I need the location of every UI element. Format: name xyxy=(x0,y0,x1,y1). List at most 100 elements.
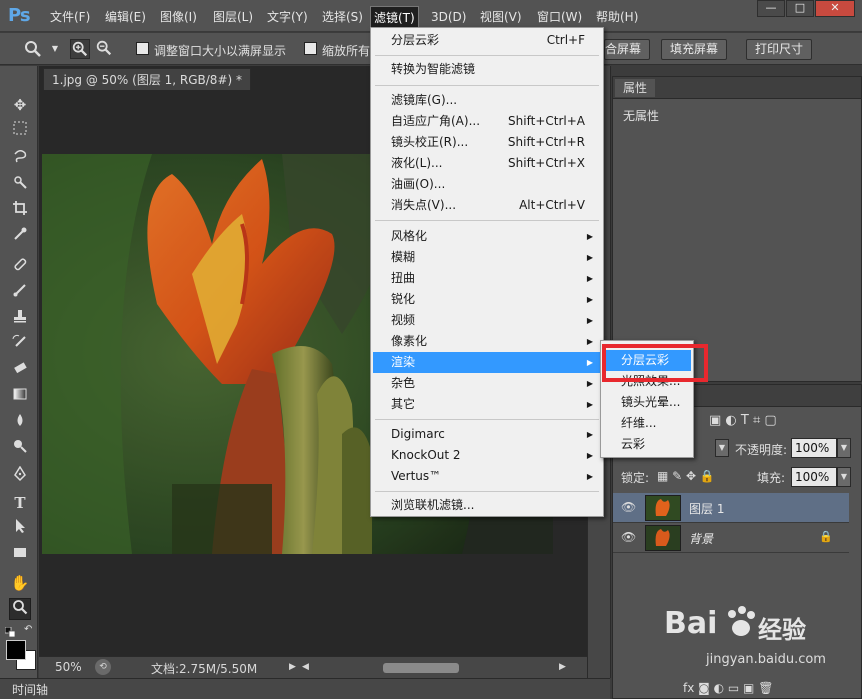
eraser-tool-icon[interactable] xyxy=(9,360,31,382)
menu-item-liquify[interactable]: 液化(L)... Shift+Ctrl+X xyxy=(373,153,601,174)
menu-item-noise[interactable]: 杂色 ▶ xyxy=(373,373,601,394)
zoom-level[interactable]: 50% xyxy=(55,660,82,674)
menu-item-digimarc[interactable]: Digimarc ▶ xyxy=(373,424,601,445)
visibility-eye-icon[interactable]: 👁 xyxy=(621,500,636,514)
fill-screen-button[interactable]: 填充屏幕 xyxy=(661,39,728,60)
fill-dropdown-icon[interactable]: ▼ xyxy=(837,467,851,487)
menu-layer[interactable]: 图层(L) xyxy=(210,8,256,26)
pen-tool-icon[interactable] xyxy=(9,465,31,488)
healing-brush-tool-icon[interactable] xyxy=(9,256,31,278)
menu-window[interactable]: 窗口(W) xyxy=(534,8,585,26)
print-size-button[interactable]: 打印尺寸 xyxy=(746,39,813,60)
menu-item-vanishing-point[interactable]: 消失点(V)... Alt+Ctrl+V xyxy=(373,195,601,216)
menu-item-oil-paint[interactable]: 油画(O)... xyxy=(373,174,601,195)
zoom-tool-preset-icon[interactable] xyxy=(23,39,43,59)
default-colors-icon[interactable] xyxy=(4,626,16,638)
menu-item-vertus[interactable]: Vertus™ ▶ xyxy=(373,466,601,487)
lock-icons[interactable]: ▦ ✎ ✥ 🔒 xyxy=(657,469,715,483)
document-tab[interactable]: 1.jpg @ 50% (图层 1, RGB/8#) * xyxy=(43,68,251,90)
status-bar: 50% ⟲ 文档:2.75M/5.50M ▶ ◀ ▶ xyxy=(39,656,610,678)
blur-tool-icon[interactable] xyxy=(9,412,31,434)
quick-select-tool-icon[interactable] xyxy=(9,174,31,196)
type-tool-icon[interactable]: T xyxy=(9,492,31,514)
crop-tool-icon[interactable] xyxy=(9,200,31,222)
hand-tool-icon[interactable]: ✋ xyxy=(9,572,31,594)
document-info[interactable]: 文档:2.75M/5.50M xyxy=(151,660,257,677)
menu-item-video[interactable]: 视频 ▶ xyxy=(373,310,601,331)
zoom-all-label: 缩放所有 xyxy=(322,44,371,58)
menu-item-last-filter[interactable]: 分层云彩 Ctrl+F xyxy=(373,30,601,51)
horizontal-scrollbar-thumb[interactable] xyxy=(383,663,459,673)
path-select-tool-icon[interactable] xyxy=(9,518,31,540)
menu-3d[interactable]: 3D(D) xyxy=(428,8,469,26)
zoom-out-icon[interactable] xyxy=(94,39,114,59)
menu-file[interactable]: 文件(F) xyxy=(47,8,93,26)
zoom-in-icon[interactable] xyxy=(70,39,90,59)
resize-window-checkbox[interactable] xyxy=(136,42,149,55)
menu-type[interactable]: 文字(Y) xyxy=(264,8,311,26)
submenu-item-clouds[interactable]: 云彩 xyxy=(603,434,691,455)
zoom-tool-icon[interactable] xyxy=(9,598,31,620)
status-menu-arrow-icon[interactable]: ▶ xyxy=(289,662,296,672)
menu-edit[interactable]: 编辑(E) xyxy=(102,8,149,26)
menu-item-sharpen[interactable]: 锐化 ▶ xyxy=(373,289,601,310)
menu-filter[interactable]: 滤镜(T) xyxy=(370,6,419,28)
opacity-dropdown-icon[interactable]: ▼ xyxy=(837,438,851,458)
menu-item-smart-filter[interactable]: 转换为智能滤镜 xyxy=(373,59,601,80)
timeline-bar[interactable]: 时间轴 xyxy=(0,678,610,699)
zoom-all-checkbox[interactable] xyxy=(304,42,317,55)
rectangle-tool-icon[interactable] xyxy=(9,544,31,566)
layer-row-layer1[interactable]: 👁 图层 1 xyxy=(613,493,849,523)
fit-screen-button[interactable]: 合屏幕 xyxy=(604,39,651,60)
layer-name: 图层 1 xyxy=(689,502,725,516)
scroll-right-icon[interactable]: ▶ xyxy=(559,662,566,672)
fill-field[interactable]: 100% xyxy=(791,467,837,487)
gradient-tool-icon[interactable] xyxy=(9,386,31,408)
menu-item-distort[interactable]: 扭曲 ▶ xyxy=(373,268,601,289)
menu-item-blur[interactable]: 模糊 ▶ xyxy=(373,247,601,268)
submenu-item-fibers[interactable]: 纤维... xyxy=(603,413,691,434)
menu-item-adaptive-wide[interactable]: 自适应广角(A)... Shift+Ctrl+A xyxy=(373,111,601,132)
menu-item-stylize[interactable]: 风格化 ▶ xyxy=(373,226,601,247)
visibility-eye-icon[interactable]: 👁 xyxy=(621,530,636,544)
menu-separator xyxy=(375,220,599,221)
scroll-left-icon[interactable]: ◀ xyxy=(302,662,309,672)
swap-colors-icon[interactable]: ↶ xyxy=(24,624,36,636)
menu-select[interactable]: 选择(S) xyxy=(319,8,366,26)
submenu-item-lens-flare[interactable]: 镜头光晕... xyxy=(603,392,691,413)
menu-help[interactable]: 帮助(H) xyxy=(593,8,641,26)
brush-tool-icon[interactable] xyxy=(9,282,31,304)
menu-item-render[interactable]: 渲染 ▶ xyxy=(373,352,601,373)
minimize-button[interactable]: — xyxy=(757,0,785,17)
eyedropper-tool-icon[interactable] xyxy=(9,226,31,248)
share-icon[interactable]: ⟲ xyxy=(95,659,111,675)
properties-tab[interactable]: 属性 xyxy=(615,79,656,97)
menu-item-knockout[interactable]: KnockOut 2 ▶ xyxy=(373,445,601,466)
menu-item-pixelate[interactable]: 像素化 ▶ xyxy=(373,331,601,352)
close-button[interactable]: ✕ xyxy=(815,0,855,17)
submenu-arrow-icon: ▶ xyxy=(586,337,593,346)
move-tool-icon[interactable]: ✥ xyxy=(9,94,31,116)
chevron-down-icon[interactable]: ▼ xyxy=(45,39,65,59)
clone-stamp-tool-icon[interactable] xyxy=(9,308,31,330)
menu-image[interactable]: 图像(I) xyxy=(157,8,200,26)
menu-view[interactable]: 视图(V) xyxy=(477,8,525,26)
watermark-brand2: 经验 xyxy=(758,616,806,644)
layer-filter-icons[interactable]: ▣ ◐ T ⌗ ▢ xyxy=(709,413,777,428)
blend-mode-dropdown[interactable]: ▼ xyxy=(715,439,729,457)
menu-item-other[interactable]: 其它 ▶ xyxy=(373,394,601,415)
history-brush-tool-icon[interactable] xyxy=(9,334,31,356)
opacity-field[interactable]: 100% xyxy=(791,438,837,458)
menu-item-filter-gallery[interactable]: 滤镜库(G)... xyxy=(373,90,601,111)
foreground-color-swatch[interactable] xyxy=(6,640,26,660)
layer-row-background[interactable]: 👁 背景 🔒 xyxy=(613,523,849,553)
menu-separator xyxy=(375,419,599,420)
submenu-arrow-icon: ▶ xyxy=(586,232,593,241)
menu-item-browse-online[interactable]: 浏览联机滤镜... xyxy=(373,495,601,516)
lasso-tool-icon[interactable] xyxy=(9,148,31,170)
maximize-button[interactable]: □ xyxy=(786,0,814,17)
dodge-tool-icon[interactable] xyxy=(9,438,31,460)
marquee-tool-icon[interactable] xyxy=(9,120,31,142)
menu-item-lens-correction[interactable]: 镜头校正(R)... Shift+Ctrl+R xyxy=(373,132,601,153)
submenu-arrow-icon: ▶ xyxy=(586,253,593,262)
